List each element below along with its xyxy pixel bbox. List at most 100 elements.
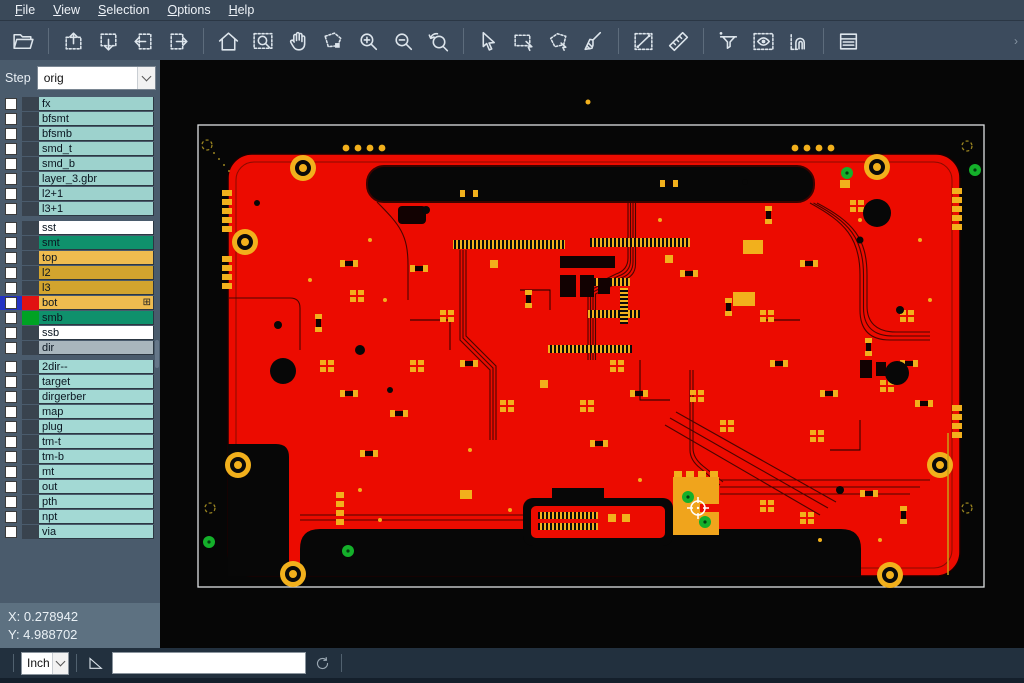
layer-row[interactable]: l2⊞ bbox=[0, 266, 160, 280]
layer-name[interactable]: via⊞ bbox=[39, 525, 154, 539]
layer-row[interactable]: mt⊞ bbox=[0, 465, 160, 479]
unit-select[interactable]: Inch bbox=[21, 652, 69, 675]
layer-visibility-cell[interactable] bbox=[0, 420, 22, 434]
layer-color-swatch[interactable] bbox=[22, 296, 39, 310]
layer-row[interactable]: tm-b⊞ bbox=[0, 450, 160, 464]
layer-visibility-cell[interactable] bbox=[0, 375, 22, 389]
clear-brush-button[interactable] bbox=[577, 26, 610, 56]
layer-row[interactable]: bot⊞ bbox=[0, 296, 160, 310]
layer-color-swatch[interactable] bbox=[22, 450, 39, 464]
layer-name[interactable]: plug⊞ bbox=[39, 420, 154, 434]
layer-row[interactable]: 2dir--⊞ bbox=[0, 360, 160, 374]
layer-color-swatch[interactable] bbox=[22, 435, 39, 449]
layer-checkbox[interactable] bbox=[5, 342, 17, 354]
layer-checkbox[interactable] bbox=[5, 451, 17, 463]
zoom-area-button[interactable] bbox=[317, 26, 350, 56]
layer-color-swatch[interactable] bbox=[22, 172, 39, 186]
chevron-down-icon[interactable] bbox=[52, 653, 68, 674]
measure-ruler-button[interactable] bbox=[662, 26, 695, 56]
layer-checkbox[interactable] bbox=[5, 188, 17, 200]
layer-row[interactable]: out⊞ bbox=[0, 480, 160, 494]
layer-visibility-cell[interactable] bbox=[0, 480, 22, 494]
layer-checkbox[interactable] bbox=[5, 173, 17, 185]
menu-item[interactable]: View bbox=[44, 1, 89, 19]
layer-name[interactable]: dirgerber⊞ bbox=[39, 390, 154, 404]
layer-row[interactable]: smt⊞ bbox=[0, 236, 160, 250]
viewport[interactable] bbox=[160, 60, 1024, 648]
layer-checkbox[interactable] bbox=[5, 511, 17, 523]
select-rectangle-button[interactable] bbox=[507, 26, 540, 56]
layer-name[interactable]: target⊞ bbox=[39, 375, 154, 389]
layer-visibility-cell[interactable] bbox=[0, 341, 22, 355]
layer-checkbox[interactable] bbox=[5, 376, 17, 388]
command-input[interactable] bbox=[112, 652, 306, 674]
layer-checkbox[interactable] bbox=[5, 312, 17, 324]
layer-color-swatch[interactable] bbox=[22, 311, 39, 325]
layer-row[interactable]: dir⊞ bbox=[0, 341, 160, 355]
measure-corner-button[interactable] bbox=[84, 651, 108, 675]
layer-checkbox[interactable] bbox=[5, 252, 17, 264]
pan-left-button[interactable] bbox=[127, 26, 160, 56]
menu-item[interactable]: Help bbox=[220, 1, 264, 19]
menu-item[interactable]: File bbox=[6, 1, 44, 19]
layer-row[interactable]: dirgerber⊞ bbox=[0, 390, 160, 404]
layer-name[interactable]: mt⊞ bbox=[39, 465, 154, 479]
layer-color-swatch[interactable] bbox=[22, 221, 39, 235]
layer-name[interactable]: l2⊞ bbox=[39, 266, 154, 280]
layer-row[interactable]: tm-t⊞ bbox=[0, 435, 160, 449]
layer-row[interactable]: target⊞ bbox=[0, 375, 160, 389]
layer-name[interactable]: smd_t⊞ bbox=[39, 142, 154, 156]
layer-name[interactable]: layer_3.gbr⊞ bbox=[39, 172, 154, 186]
layer-row[interactable]: l3+1⊞ bbox=[0, 202, 160, 216]
layer-visibility-cell[interactable] bbox=[0, 172, 22, 186]
layer-row[interactable]: npt⊞ bbox=[0, 510, 160, 524]
layer-color-swatch[interactable] bbox=[22, 525, 39, 539]
pcb-canvas[interactable] bbox=[160, 60, 1024, 648]
layer-color-swatch[interactable] bbox=[22, 142, 39, 156]
layer-name[interactable]: npt⊞ bbox=[39, 510, 154, 524]
open-folder-button[interactable] bbox=[7, 26, 40, 56]
layer-color-swatch[interactable] bbox=[22, 157, 39, 171]
layer-name[interactable]: dir⊞ bbox=[39, 341, 154, 355]
layer-checkbox[interactable] bbox=[5, 297, 17, 309]
layer-name[interactable]: pth⊞ bbox=[39, 495, 154, 509]
chevron-down-icon[interactable] bbox=[137, 67, 155, 89]
layer-name[interactable]: l3+1⊞ bbox=[39, 202, 154, 216]
layer-name[interactable]: top⊞ bbox=[39, 251, 154, 265]
layer-checkbox[interactable] bbox=[5, 436, 17, 448]
menu-item[interactable]: Options bbox=[158, 1, 219, 19]
layer-name[interactable]: bfsmb⊞ bbox=[39, 127, 154, 141]
layer-visibility-cell[interactable] bbox=[0, 112, 22, 126]
layer-checkbox[interactable] bbox=[5, 158, 17, 170]
layer-name[interactable]: tm-t⊞ bbox=[39, 435, 154, 449]
layer-row[interactable]: smb⊞ bbox=[0, 311, 160, 325]
layer-checkbox[interactable] bbox=[5, 327, 17, 339]
toolbar-overflow-chevron[interactable]: › bbox=[1014, 34, 1018, 48]
layer-name[interactable]: bot⊞ bbox=[39, 296, 154, 310]
layer-row[interactable]: sst⊞ bbox=[0, 221, 160, 235]
layer-visibility-cell[interactable] bbox=[0, 495, 22, 509]
layer-visibility-cell[interactable] bbox=[0, 405, 22, 419]
layer-checkbox[interactable] bbox=[5, 143, 17, 155]
layer-visibility-cell[interactable] bbox=[0, 296, 22, 310]
layer-row[interactable]: via⊞ bbox=[0, 525, 160, 539]
pan-down-button[interactable] bbox=[92, 26, 125, 56]
layer-visibility-cell[interactable] bbox=[0, 450, 22, 464]
layer-color-swatch[interactable] bbox=[22, 187, 39, 201]
layer-name[interactable]: smd_b⊞ bbox=[39, 157, 154, 171]
layer-row[interactable]: fx⊞ bbox=[0, 97, 160, 111]
layer-color-swatch[interactable] bbox=[22, 127, 39, 141]
home-view-button[interactable] bbox=[212, 26, 245, 56]
step-select[interactable]: orig bbox=[37, 66, 156, 90]
snap-arc-button[interactable] bbox=[782, 26, 815, 56]
layer-visibility-cell[interactable] bbox=[0, 435, 22, 449]
layer-checkbox[interactable] bbox=[5, 466, 17, 478]
pan-right-button[interactable] bbox=[162, 26, 195, 56]
layer-color-swatch[interactable] bbox=[22, 266, 39, 280]
layer-checkbox[interactable] bbox=[5, 222, 17, 234]
layer-visibility-cell[interactable] bbox=[0, 142, 22, 156]
layer-row[interactable]: bfsmt⊞ bbox=[0, 112, 160, 126]
filter-button[interactable] bbox=[712, 26, 745, 56]
layer-row[interactable]: layer_3.gbr⊞ bbox=[0, 172, 160, 186]
pan-hand-button[interactable] bbox=[282, 26, 315, 56]
